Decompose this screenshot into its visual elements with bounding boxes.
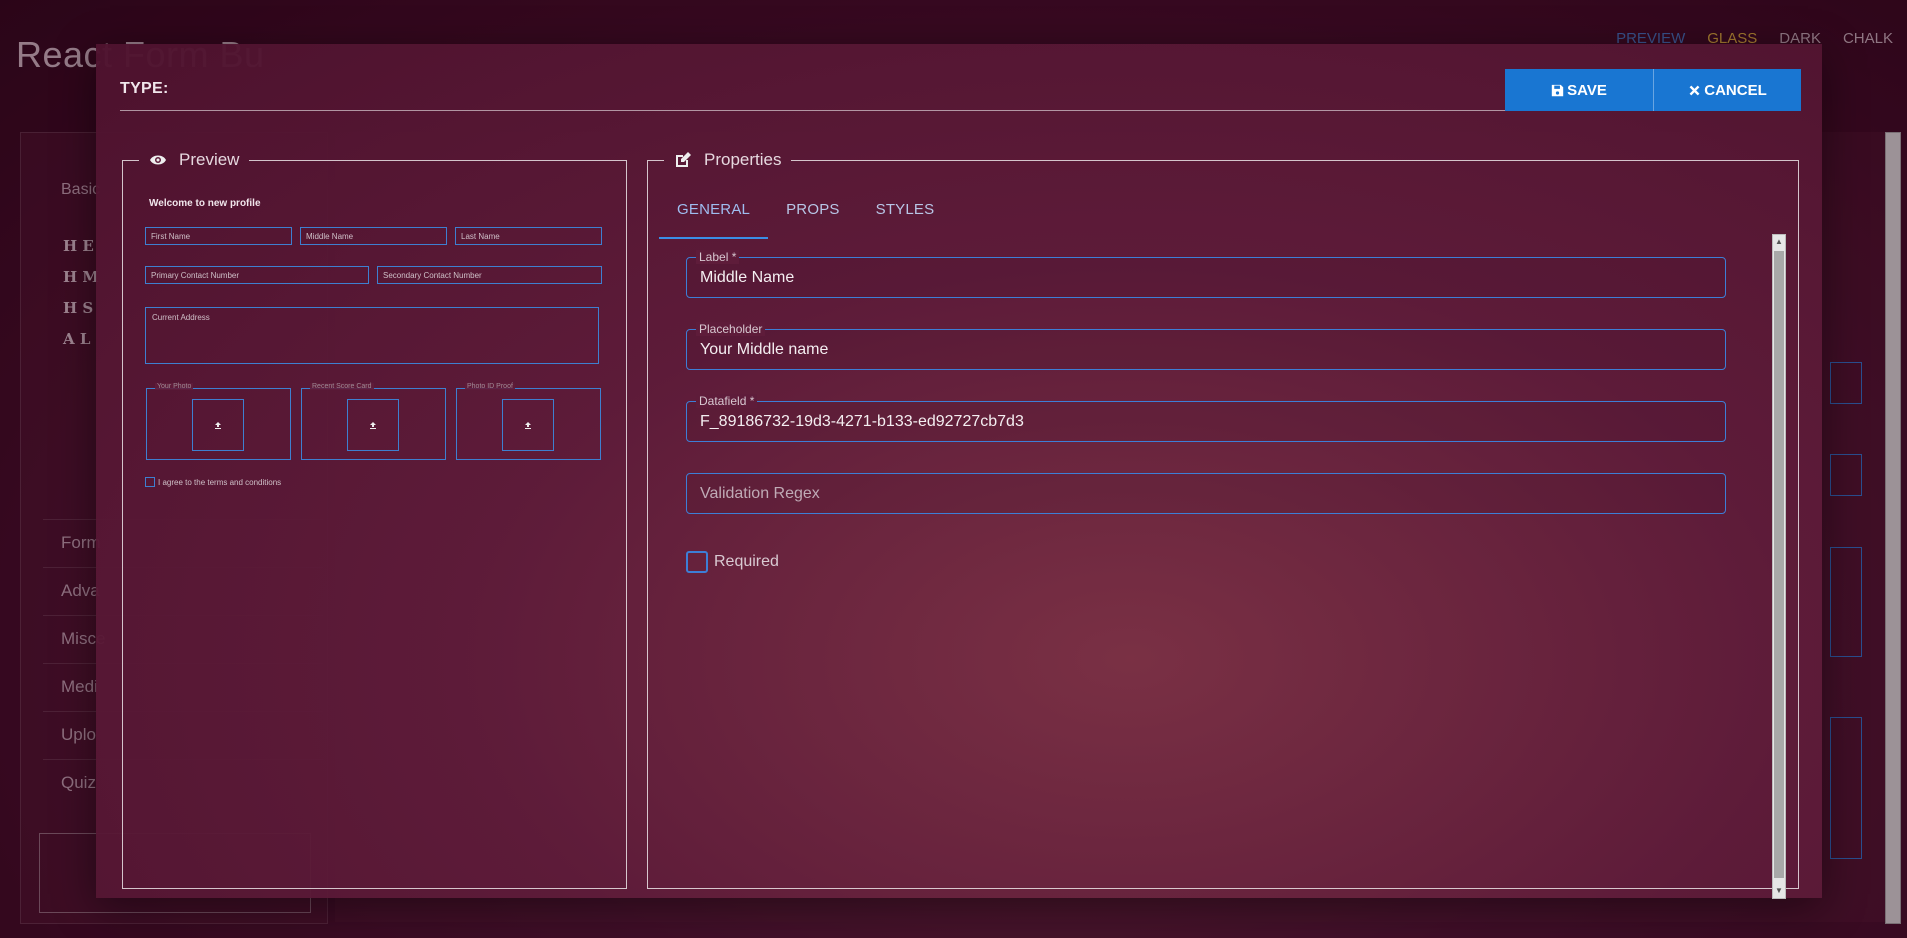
dialog-header: TYPE: SAVE CANCEL: [120, 44, 1801, 111]
upload-label: Recent Score Card: [310, 383, 374, 390]
save-icon: [1551, 84, 1564, 96]
edit-icon: [676, 152, 691, 167]
label-field[interactable]: Label * Middle Name: [686, 250, 1726, 298]
datafield-field-label: Datafield *: [696, 394, 758, 408]
preview-terms-label: I agree to the terms and conditions: [158, 477, 282, 487]
preview-terms-checkbox[interactable]: I agree to the terms and conditions: [145, 477, 281, 487]
eye-icon: [150, 155, 166, 165]
preview-form-heading: Welcome to new profile: [149, 198, 261, 209]
required-checkbox[interactable]: Required: [686, 551, 779, 573]
required-label: Required: [714, 553, 779, 570]
save-button[interactable]: SAVE: [1505, 69, 1653, 111]
properties-legend-label: Properties: [704, 150, 782, 169]
preview-upload-photo-id: Photo ID Proof: [456, 383, 601, 460]
checkbox-box[interactable]: [686, 551, 708, 573]
preview-middle-name-input[interactable]: Middle Name: [300, 227, 447, 245]
tab-styles[interactable]: STYLES: [858, 188, 953, 239]
datafield-field-value: F_89186732-19d3-4271-b133-ed92727cb7d3: [700, 413, 1024, 430]
checkbox-box[interactable]: [145, 477, 155, 487]
scrollbar-thumb[interactable]: [1774, 251, 1784, 878]
preview-secondary-contact-input[interactable]: Secondary Contact Number: [377, 266, 602, 284]
save-label: SAVE: [1567, 81, 1607, 99]
upload-icon: [370, 422, 376, 429]
upload-button[interactable]: [347, 399, 399, 451]
preview-first-name-input[interactable]: First Name: [145, 227, 292, 245]
label-field-value: Middle Name: [700, 269, 795, 286]
scroll-down-arrow-icon[interactable]: ▼: [1773, 884, 1785, 898]
general-tab-content: Label * Middle Name Placeholder Your Mid…: [648, 234, 1778, 894]
validation-regex-placeholder: Validation Regex: [700, 485, 820, 502]
dialog-actions: SAVE CANCEL: [1505, 69, 1801, 111]
tab-general[interactable]: GENERAL: [659, 188, 769, 239]
preview-legend: Preview: [139, 150, 249, 170]
preview-address-textarea[interactable]: Current Address: [145, 307, 599, 364]
upload-label: Your Photo: [155, 383, 194, 390]
properties-legend: Properties: [664, 150, 791, 170]
upload-icon: [525, 422, 531, 429]
preview-legend-label: Preview: [179, 150, 240, 169]
upload-button[interactable]: [502, 399, 554, 451]
field-editor-dialog: TYPE: SAVE CANCEL Preview Welcome to new…: [96, 44, 1822, 899]
scroll-up-arrow-icon[interactable]: ▲: [1773, 235, 1785, 249]
placeholder-field-label: Placeholder: [696, 322, 766, 336]
properties-scrollbar[interactable]: ▲ ▼: [1772, 234, 1786, 899]
upload-icon: [215, 422, 221, 429]
preview-last-name-input[interactable]: Last Name: [455, 227, 602, 245]
properties-tabs: GENERAL PROPS STYLES: [659, 188, 952, 239]
preview-upload-photo: Your Photo: [146, 383, 291, 460]
placeholder-field[interactable]: Placeholder Your Middle name: [686, 322, 1726, 370]
close-icon: [1689, 85, 1700, 95]
cancel-button[interactable]: CANCEL: [1653, 69, 1801, 111]
cancel-label: CANCEL: [1704, 81, 1767, 99]
placeholder-field-value: Your Middle name: [700, 341, 829, 358]
dialog-title: TYPE:: [120, 80, 169, 97]
properties-panel: Properties GENERAL PROPS STYLES Label * …: [647, 150, 1799, 899]
label-field-label: Label *: [696, 250, 740, 264]
validation-regex-field[interactable]: Validation Regex: [686, 473, 1726, 514]
preview-upload-scorecard: Recent Score Card: [301, 383, 446, 460]
tab-props[interactable]: PROPS: [768, 188, 858, 239]
upload-button[interactable]: [192, 399, 244, 451]
preview-primary-contact-input[interactable]: Primary Contact Number: [145, 266, 369, 284]
preview-panel: Preview Welcome to new profile First Nam…: [122, 150, 627, 889]
datafield-field[interactable]: Datafield * F_89186732-19d3-4271-b133-ed…: [686, 394, 1726, 442]
upload-label: Photo ID Proof: [465, 383, 515, 390]
